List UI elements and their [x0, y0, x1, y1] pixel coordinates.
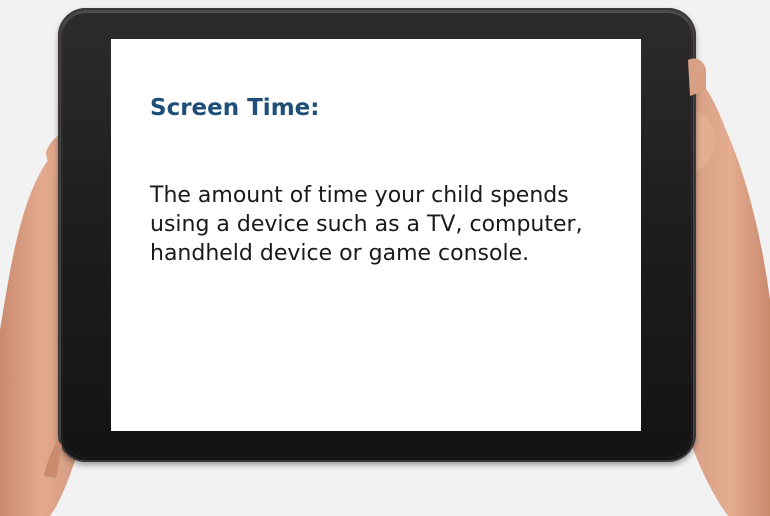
tablet-device: Screen Time: The amount of time your chi… [58, 8, 696, 462]
screen-title: Screen Time: [150, 95, 320, 121]
photo-scene: Screen Time: The amount of time your chi… [0, 0, 770, 516]
definition-text: The amount of time your child spends usi… [150, 183, 583, 266]
tablet-screen: Screen Time: The amount of time your chi… [111, 39, 641, 431]
